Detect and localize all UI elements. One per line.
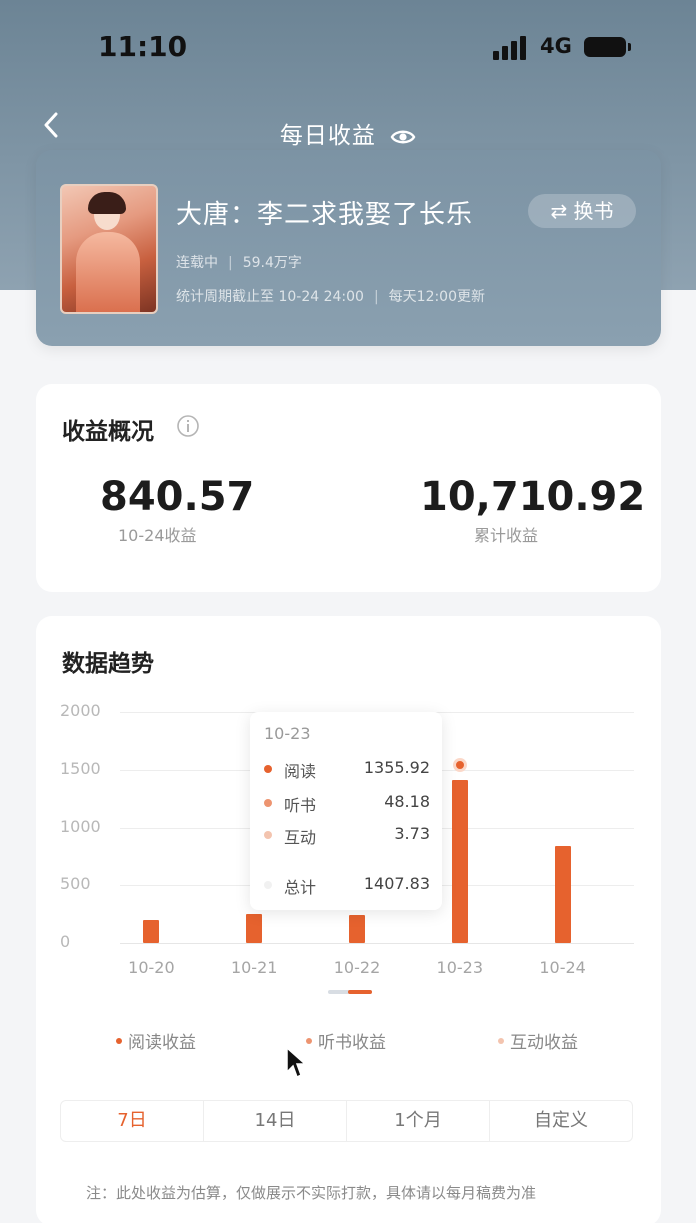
- y-tick-label: 0: [60, 932, 71, 951]
- battery-icon: [584, 37, 631, 57]
- stat-period-info: 统计周期截止至 10-24 24:00 | 每天12:00更新: [176, 289, 486, 305]
- x-tick-label: 10-22: [333, 958, 381, 977]
- range-tab-14d[interactable]: 14日: [203, 1101, 346, 1141]
- stat-period: 统计周期截止至 10-24 24:00: [176, 289, 364, 305]
- trend-title: 数据趋势: [62, 651, 154, 677]
- tooltip-row-name: 阅读: [284, 762, 317, 781]
- book-meta: 连载中 | 59.4万字: [176, 255, 302, 271]
- tooltip-row: 总计 1407.83: [264, 874, 430, 897]
- range-tab-1m[interactable]: 1个月: [346, 1101, 489, 1141]
- legend-label: 听书收益: [318, 1033, 386, 1053]
- x-tick-label: 10-24: [539, 958, 586, 977]
- tooltip-dot: [264, 881, 272, 889]
- eye-icon[interactable]: [390, 127, 416, 147]
- legend-label: 阅读收益: [128, 1033, 196, 1053]
- page-title-text: 每日收益: [279, 123, 376, 149]
- tooltip-dot: [264, 799, 272, 807]
- mouse-cursor-icon: [286, 1046, 307, 1079]
- x-tick-label: 10-23: [436, 958, 484, 977]
- y-tick-label: 1000: [60, 816, 101, 836]
- status-time: 11:10: [98, 30, 188, 63]
- legend-label: 互动收益: [510, 1033, 578, 1053]
- y-tick-label: 2000: [60, 701, 101, 720]
- book-card: 大唐：李二求我娶了长乐 ⇄ 换书 连载中 | 59.4万字 统计周期截止至 10-2…: [36, 150, 661, 346]
- status-bar: 11:10 4G: [0, 0, 696, 96]
- swap-book-button[interactable]: ⇄ 换书: [528, 194, 636, 228]
- bar-10-22[interactable]: [349, 915, 365, 943]
- tooltip-row: 互动 3.73: [264, 824, 430, 847]
- tooltip-row-name: 互动: [284, 828, 317, 847]
- tooltip-date: 10-23: [264, 724, 311, 743]
- data-trend-card: 数据趋势 阅读收益 听书收益 互动收益 7日 14日 1个月 自定义 注：此处收…: [36, 616, 661, 1223]
- income-overview-card: 收益概况 840.57 10-24收益 10,710.92 累计收益: [36, 384, 661, 592]
- daily-income-label: 10-24收益: [118, 526, 197, 545]
- tooltip-dot: [264, 831, 272, 839]
- range-tab-7d[interactable]: 7日: [61, 1101, 203, 1141]
- tooltip-row-name: 总计: [284, 878, 317, 897]
- bar-10-21[interactable]: [246, 914, 263, 943]
- word-count: 59.4万字: [242, 255, 302, 271]
- book-status: 连载中: [176, 255, 218, 271]
- page-title: 每日收益: [0, 116, 696, 150]
- tooltip-row-value: 48.18: [384, 792, 430, 811]
- tooltip-row-value: 1407.83: [363, 874, 430, 893]
- range-tabs: 7日 14日 1个月 自定义: [60, 1100, 633, 1142]
- disclaimer-note: 注：此处收益为估算，仅做展示不实际打款，具体请以每月稿费为准: [86, 1184, 537, 1202]
- legend-item-interaction[interactable]: 互动收益: [498, 1028, 578, 1053]
- daily-income-value: 840.57: [100, 474, 255, 520]
- book-title: 大唐：李二求我娶了长乐: [176, 200, 474, 230]
- bar-10-24[interactable]: [554, 845, 571, 943]
- chart-scroll-indicator[interactable]: [328, 990, 372, 994]
- legend-dot: [116, 1038, 122, 1044]
- network-type: 4G: [540, 34, 572, 58]
- total-income-value: 10,710.92: [420, 474, 646, 520]
- range-tab-custom[interactable]: 自定义: [489, 1101, 632, 1141]
- tooltip-dot: [264, 765, 272, 773]
- y-tick-label: 1500: [60, 758, 101, 778]
- bar-10-23[interactable]: [451, 780, 468, 943]
- total-income-label: 累计收益: [474, 526, 539, 545]
- info-icon[interactable]: [176, 414, 200, 438]
- book-cover[interactable]: [60, 184, 158, 314]
- update-note: 每天12:00更新: [388, 289, 486, 305]
- tooltip-row-name: 听书: [284, 796, 317, 815]
- legend-item-reading[interactable]: 阅读收益: [116, 1028, 196, 1053]
- legend-dot: [498, 1038, 504, 1044]
- y-tick-label: 500: [60, 874, 91, 894]
- legend-item-listening[interactable]: 听书收益: [306, 1028, 386, 1053]
- signal-icon: [493, 36, 529, 60]
- x-axis-line: [120, 943, 634, 944]
- tooltip-row: 阅读 1355.92: [264, 758, 430, 781]
- chart-tooltip: 10-23 阅读 1355.92 听书 48.18 互动 3.73 总计 140…: [250, 712, 442, 910]
- tooltip-row-value: 1355.92: [363, 758, 430, 777]
- tooltip-row: 听书 48.18: [264, 792, 430, 815]
- legend-dot: [306, 1038, 312, 1044]
- x-tick-label: 10-21: [230, 958, 278, 977]
- x-tick-label: 10-20: [128, 958, 175, 977]
- tooltip-row-value: 3.73: [394, 824, 430, 843]
- overview-title: 收益概况: [62, 419, 154, 445]
- bar-10-20[interactable]: [143, 919, 160, 943]
